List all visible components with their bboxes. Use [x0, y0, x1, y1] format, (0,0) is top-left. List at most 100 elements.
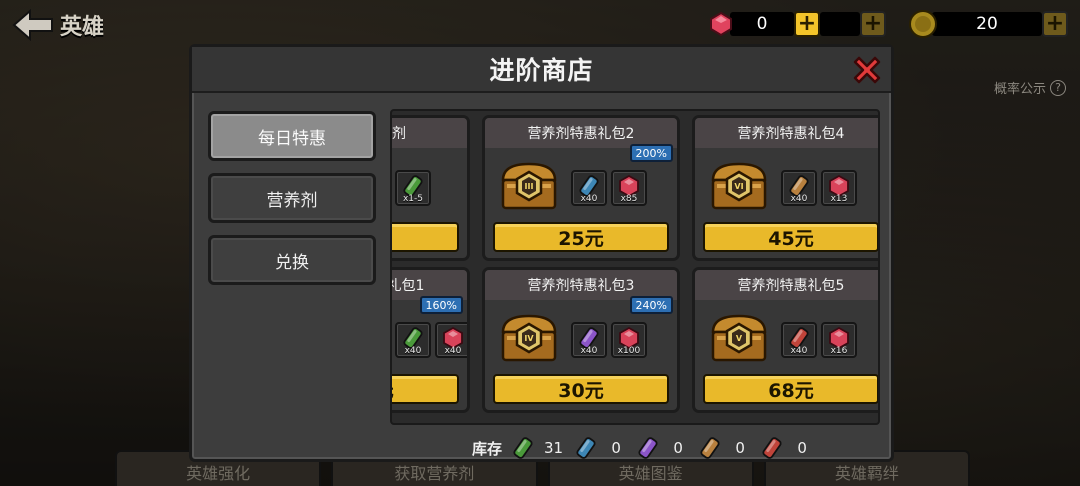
- treasure-chest-icon: IV: [501, 314, 557, 362]
- buy-button[interactable]: 25元: [493, 222, 669, 252]
- stock-item: 0: [637, 436, 687, 460]
- nutrient-scroll-icon: [513, 437, 533, 459]
- reward-qty: x40: [580, 346, 598, 356]
- buy-button[interactable]: 12元: [392, 374, 459, 404]
- add-gems-button[interactable]: +: [794, 11, 820, 37]
- gem-count: 0: [730, 12, 794, 36]
- reward-qty: x1-5: [402, 194, 424, 204]
- shop-card: 广告营养剂 x1-5 0/5: [392, 115, 470, 261]
- reward-item[interactable]: x40: [571, 322, 607, 358]
- card-title: 营养剂特惠礼包5: [695, 270, 878, 300]
- reward-qty: x40: [790, 346, 808, 356]
- shop-card: 营养剂特惠礼包1160% x40 x4012元: [392, 267, 470, 413]
- stock-count: 0: [797, 439, 807, 457]
- nutrient-scroll-icon: [762, 437, 782, 459]
- card-title: 广告营养剂: [392, 118, 467, 148]
- coin-icon: [909, 10, 937, 38]
- svg-text:III: III: [525, 182, 534, 191]
- bonus-badge: 240%: [629, 296, 673, 314]
- buy-button[interactable]: 0/5: [392, 222, 459, 252]
- reward-qty: x85: [620, 194, 638, 204]
- price-label: 30元: [558, 379, 604, 402]
- reward-qty: x100: [617, 346, 641, 356]
- tab-nutrient[interactable]: 营养剂: [208, 173, 376, 223]
- back-label: 英雄: [60, 15, 105, 40]
- tab-exchange[interactable]: 兑换: [208, 235, 376, 285]
- reward-item[interactable]: x13: [821, 170, 857, 206]
- stock-item: 0: [575, 436, 625, 460]
- probability-label: 概率公示: [993, 82, 1046, 97]
- close-icon[interactable]: [849, 52, 885, 88]
- reward-item[interactable]: x100: [611, 322, 647, 358]
- shop-card: 营养剂特惠礼包2 200% III x40 x85 25元: [482, 115, 680, 261]
- reward-item[interactable]: x40: [781, 170, 817, 206]
- back-button[interactable]: 英雄: [12, 6, 104, 44]
- reward-item[interactable]: x40: [395, 322, 431, 358]
- treasure-chest-icon: V: [711, 314, 767, 362]
- gem-bar-spacer: [820, 12, 860, 36]
- nutrient-scroll-icon: [576, 437, 596, 459]
- shop-card: 营养剂特惠礼包4 VI x40 x13 45元: [692, 115, 878, 261]
- bonus-badge: 160%: [419, 296, 463, 314]
- reward-qty: x40: [404, 346, 422, 356]
- card-items: x40 x13: [781, 170, 857, 206]
- add-gems-button-2[interactable]: +: [860, 11, 886, 37]
- reward-qty: x13: [830, 194, 848, 204]
- coin-resource: 20 +: [908, 10, 1068, 38]
- svg-text:VI: VI: [734, 182, 743, 191]
- gem-resource: 0 + +: [708, 10, 886, 38]
- advanced-shop-modal: 进阶商店 每日特惠 营养剂 兑换 广告营养剂 x1-50/5营养剂特惠礼包220…: [189, 44, 894, 462]
- card-items: x40 x40: [395, 322, 467, 358]
- buy-button[interactable]: 68元: [703, 374, 878, 404]
- stock-count: 0: [673, 439, 683, 457]
- reward-item[interactable]: x40: [781, 322, 817, 358]
- shop-card: 营养剂特惠礼包3 240% IV x40 x100 30元: [482, 267, 680, 413]
- bonus-badge: 200%: [629, 144, 673, 162]
- reward-qty: x40: [790, 194, 808, 204]
- nutrient-scroll-icon: [638, 437, 658, 459]
- side-tab-list: 每日特惠 营养剂 兑换: [208, 111, 376, 297]
- stock-item: 0: [699, 436, 749, 460]
- modal-title: 进阶商店: [192, 47, 891, 93]
- shop-card: 营养剂特惠礼包5 V x40 x16 68元: [692, 267, 878, 413]
- stock-bar: 库存 31 0 0 0 0: [472, 435, 823, 461]
- stock-list: 31 0 0 0 0: [512, 436, 823, 460]
- probability-link[interactable]: 概率公示 ?: [994, 78, 1066, 97]
- buy-button[interactable]: 30元: [493, 374, 669, 404]
- card-title: 营养剂特惠礼包4: [695, 118, 878, 148]
- treasure-chest-icon: III: [501, 162, 557, 210]
- stock-item: 0: [761, 436, 811, 460]
- reward-item[interactable]: x85: [611, 170, 647, 206]
- price-label: 12元: [392, 376, 394, 403]
- buy-button[interactable]: 45元: [703, 222, 878, 252]
- stock-label: 库存: [472, 439, 503, 458]
- reward-item[interactable]: x16: [821, 322, 857, 358]
- tab-daily-deals[interactable]: 每日特惠: [208, 111, 376, 161]
- card-items: x40 x85: [571, 170, 647, 206]
- gem-icon: [710, 11, 732, 37]
- reward-item[interactable]: x40: [435, 322, 467, 358]
- card-items: x40 x100: [571, 322, 647, 358]
- shop-grid-viewport[interactable]: 广告营养剂 x1-50/5营养剂特惠礼包2200% III x40 x8525元…: [390, 109, 880, 425]
- stock-item: 31: [512, 436, 563, 460]
- back-arrow-icon: [12, 9, 53, 41]
- price-label: 25元: [558, 227, 604, 250]
- question-icon: ?: [1050, 79, 1066, 96]
- svg-text:V: V: [736, 334, 743, 343]
- reward-item[interactable]: x1-5: [395, 170, 431, 206]
- reward-qty: x40: [580, 194, 598, 204]
- reward-item[interactable]: x40: [571, 170, 607, 206]
- coin-count: 20: [932, 12, 1042, 36]
- card-items: x40 x16: [781, 322, 857, 358]
- price-label: 68元: [768, 379, 814, 402]
- add-coins-button[interactable]: +: [1042, 11, 1068, 37]
- svg-text:IV: IV: [524, 334, 534, 343]
- stock-count: 0: [735, 439, 745, 457]
- price-label: 45元: [768, 227, 814, 250]
- nutrient-scroll-icon: [700, 437, 720, 459]
- stock-count: 31: [544, 439, 564, 457]
- reward-qty: x40: [444, 346, 462, 356]
- reward-qty: x16: [830, 346, 848, 356]
- stock-count: 0: [611, 439, 621, 457]
- treasure-chest-icon: VI: [711, 162, 767, 210]
